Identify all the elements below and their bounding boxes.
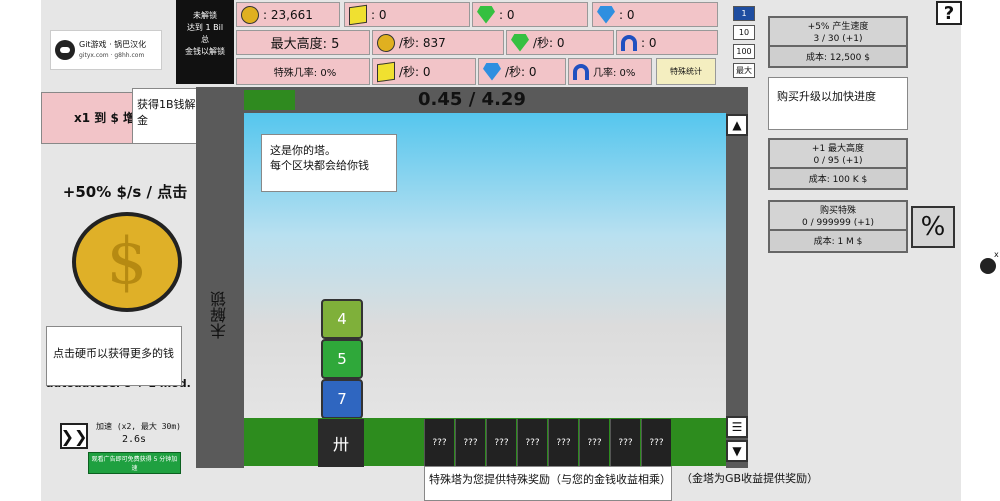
locked-tower-slot[interactable]: ??? (579, 419, 609, 467)
blue-gems-stat: : 0 (592, 2, 718, 27)
unlock-line: 金钱以解锁 (185, 47, 225, 56)
magnets-stat: : 0 (616, 30, 718, 55)
locked-tower-slot[interactable]: ??? (486, 419, 516, 467)
site-logo[interactable]: Git游戏 · 锅巴汉化 gityx.com · g8hh.com (50, 30, 162, 70)
height-upgrade-cost: 成本: 100 K $ (770, 167, 906, 188)
blue-gems-value: : 0 (619, 7, 635, 22)
green-per-sec-stat: /秒: 0 (506, 30, 614, 55)
scroll-down-button[interactable]: ▼ (726, 440, 748, 462)
tower-block[interactable]: 5 (321, 339, 363, 379)
green-gem-icon (477, 5, 495, 24)
unlock-line: 未解锁 (193, 11, 217, 20)
progress-text: 0.45 / 4.29 (418, 89, 526, 110)
blue-per-sec-stat: /秒: 0 (478, 58, 566, 85)
speed-upgrade-title: +5% 产生速度 (807, 22, 869, 32)
tower-block[interactable]: 7 (321, 379, 363, 419)
speed-upgrade-panel[interactable]: +5% 产生速度 3 / 30 (+1) 成本: 12,500 $ (768, 16, 908, 68)
upgrade-tip: 购买升级以加快进度 (768, 77, 908, 130)
tower-tip: 这是你的塔。 每个区块都会给你钱 (261, 134, 397, 192)
coin-icon (377, 33, 395, 52)
locked-tower-slot[interactable]: ??? (424, 419, 454, 467)
locked-column-label: 未解锁 (210, 291, 229, 339)
speed-upgrade-cost: 成本: 12,500 $ (770, 45, 906, 66)
gold-cube-icon (349, 4, 367, 25)
height-upgrade-progress: 0 / 95 (+1) (813, 156, 863, 166)
tower-block[interactable]: 4 (321, 299, 363, 339)
height-upgrade-title: +1 最大高度 (811, 144, 865, 154)
blue-gem-icon (597, 5, 615, 24)
speed-upgrade-progress: 3 / 30 (+1) (813, 34, 863, 44)
green-per-sec-value: /秒: 0 (533, 36, 565, 50)
locked-tower-slot[interactable]: ??? (548, 419, 578, 467)
fast-forward-icon[interactable]: ❯❯ (60, 423, 88, 449)
special-upgrade-title: 购买特殊 (819, 206, 856, 216)
tower-tip-line: 每个区块都会给你钱 (270, 159, 369, 172)
special-stats-button[interactable]: 特殊统计 (656, 58, 716, 85)
cubes-stat: : 0 (344, 2, 470, 27)
click-bonus-label: +50% $/s / 点击 (62, 183, 188, 201)
unlock-line: 达到 1 Bil (186, 23, 224, 32)
tower-tip-line: 这是你的塔。 (270, 144, 336, 157)
cubes-per-sec-value: /秒: 0 (399, 65, 431, 79)
max-height-stat: 最大高度: 5 (236, 30, 370, 55)
percent-button[interactable]: % (911, 206, 955, 248)
cubes-value: : 0 (371, 7, 387, 22)
max-height-upgrade-panel[interactable]: +1 最大高度 0 / 95 (+1) 成本: 100 K $ (768, 138, 908, 190)
blue-per-sec-value: /秒: 0 (505, 65, 537, 79)
coin-tip: 点击硬币以获得更多的钱 (46, 326, 182, 386)
magnet-chance-value: 几率: 0% (593, 68, 636, 79)
locked-tower-slot[interactable]: ??? (455, 419, 485, 467)
cat-side-icon[interactable] (980, 258, 996, 274)
special-stats-label: 特殊统计 (670, 67, 702, 76)
locked-tower-slot[interactable]: ??? (517, 419, 547, 467)
gold-cube-icon (377, 61, 395, 82)
help-button[interactable]: ? (936, 1, 962, 25)
locked-tower-slot[interactable]: ??? (610, 419, 640, 467)
scroll-menu-button[interactable]: ☰ (726, 416, 748, 438)
scroll-up-button[interactable]: ▲ (726, 114, 748, 136)
special-upgrade-cost: 成本: 1 M $ (770, 229, 906, 250)
green-gems-stat: : 0 (472, 2, 588, 27)
special-upgrade-panel[interactable]: 购买特殊 0 / 999999 (+1) 成本: 1 M $ (768, 200, 908, 253)
coins-stat: : 23,661 (236, 2, 340, 27)
speed-boost-value: 2.6s (122, 434, 147, 445)
scroll-column (726, 113, 748, 468)
dollar-icon: $ (106, 225, 148, 299)
magnets-value: : 0 (641, 35, 657, 50)
blue-gem-icon (483, 62, 501, 81)
speed-boost-label: 加速 (x2, 最大 30m) (96, 422, 181, 431)
locked-tower-slot[interactable]: ??? (641, 419, 671, 467)
magnet-chance-stat: 几率: 0% (568, 58, 652, 85)
coins-value: : 23,661 (263, 7, 313, 22)
gold-tower-tip: （金塔为GB收益提供奖励） (681, 472, 819, 485)
big-coin-button[interactable]: $ (72, 212, 182, 312)
unlock-line: 总 (201, 35, 209, 44)
special-upgrade-progress: 0 / 999999 (+1) (802, 218, 874, 228)
watch-ad-button[interactable]: 观看广告即可免费获得 5 分钟加速 (88, 452, 181, 474)
coin-icon (241, 5, 259, 24)
zoom-1-button[interactable]: 1 (733, 6, 755, 21)
green-gems-value: : 0 (499, 7, 515, 22)
main-tower-slot[interactable]: 卅 (318, 419, 364, 467)
special-chance-value: 特殊几率: 0% (273, 68, 337, 79)
special-chance-stat: 特殊几率: 0% (236, 58, 370, 85)
logo-line2: gityx.com · g8hh.com (79, 52, 145, 59)
magnet-icon (621, 34, 637, 51)
max-height-value: 最大高度: 5 (270, 37, 340, 52)
zoom-10-button[interactable]: 10 (733, 25, 755, 40)
logo-line1: Git游戏 · 锅巴汉化 (79, 40, 147, 49)
zoom-max-button[interactable]: 最大 (733, 63, 755, 78)
cat-logo-icon (55, 40, 75, 60)
cubes-per-sec-stat: /秒: 0 (372, 58, 476, 85)
coins-per-sec-value: /秒: 837 (399, 36, 446, 50)
zoom-100-button[interactable]: 100 (733, 44, 755, 59)
coins-per-sec-stat: /秒: 837 (372, 30, 504, 55)
special-tower-tip: 特殊塔为您提供特殊奖励（与您的金钱收益相乘） (424, 466, 672, 501)
green-gem-icon (511, 33, 529, 52)
magnet-icon (573, 63, 589, 80)
close-icon[interactable]: x (994, 250, 999, 259)
unlock-info-box: 未解锁 达到 1 Bil 总 金钱以解锁 (176, 0, 234, 84)
